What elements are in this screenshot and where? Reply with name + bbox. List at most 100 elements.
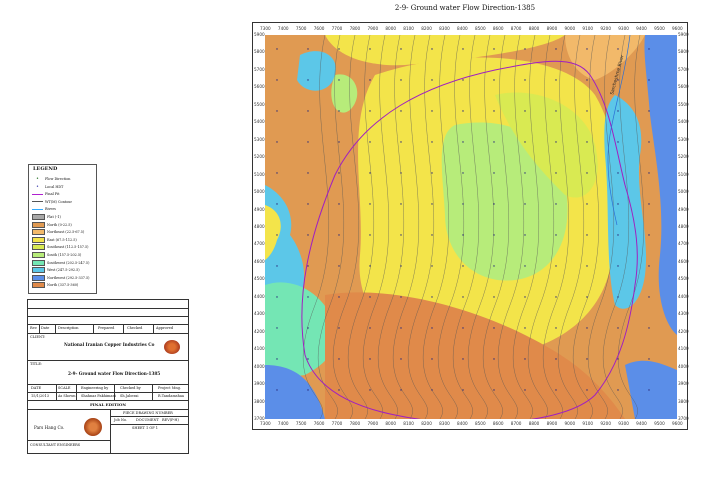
piece-cell: DOCUMENT (136, 418, 159, 422)
title-label: TITLE: (30, 362, 43, 366)
flow-point (524, 172, 526, 174)
flow-point (617, 203, 619, 205)
y-tick-label: 4800 (254, 224, 265, 229)
flow-point (493, 234, 495, 236)
x-tick-label: 9000 (564, 421, 576, 426)
y-tick-label: 4600 (678, 258, 689, 264)
x-tick-label: 8400 (457, 421, 468, 426)
flow-point (493, 48, 495, 50)
flow-point (586, 79, 588, 81)
x-tick-label: 7500 (295, 421, 307, 426)
piece-cell: Job No. (114, 418, 128, 422)
x-tick-label: 8100 (403, 421, 414, 426)
flow-point (338, 389, 340, 391)
flow-point (369, 296, 371, 298)
flow-point (617, 327, 619, 329)
legend-label: East (67.5-112.5) (47, 237, 77, 242)
legend-label: Northwest (292.5-337.5) (47, 275, 90, 280)
legend-label: North (337.5-360) (47, 283, 79, 288)
consultant-label: CONSULTANT ENGINEERS (30, 443, 81, 447)
legend-label: West (247.5-292.5) (47, 268, 80, 273)
flow-point (369, 203, 371, 205)
legend-item: South (157.5-202.5) (32, 252, 81, 258)
flow-point (276, 296, 278, 298)
flow-point (586, 265, 588, 267)
flow-point (307, 79, 309, 81)
flow-point (586, 358, 588, 360)
flow-point (462, 389, 464, 391)
flow-point (307, 358, 309, 360)
flow-direction-map[interactable]: Sarcheshme River (265, 35, 677, 419)
flow-point (648, 110, 650, 112)
x-tick-label: 9300 (618, 26, 629, 31)
flow-point (555, 203, 557, 205)
legend-swatch (32, 274, 45, 281)
client-name: National Iranian Copper Industries Co (64, 342, 155, 347)
sign-header: DATE (31, 386, 42, 390)
flow-point (431, 141, 433, 143)
y-tick-label: 4200 (254, 328, 265, 334)
flow-point (431, 358, 433, 360)
flow-point (617, 172, 619, 174)
flow-point (648, 358, 650, 360)
flow-point (462, 141, 464, 143)
revision-header: Approved (156, 326, 174, 330)
flow-point (493, 79, 495, 81)
legend-label: South (157.5-202.5) (47, 253, 82, 257)
flow-point (400, 110, 402, 112)
flow-point (431, 234, 433, 236)
legend-label: WT(M) Contour (45, 199, 72, 204)
x-tick-label: 7800 (349, 26, 361, 31)
x-tick-label: 9300 (618, 421, 629, 426)
flow-point (276, 234, 278, 236)
x-tick-label: 8300 (439, 421, 450, 426)
legend-line-symbol (32, 208, 43, 210)
x-tick-label: 8800 (528, 26, 540, 31)
flow-point (431, 48, 433, 50)
flow-point (338, 172, 340, 174)
flow-point (617, 296, 619, 298)
revision-header: Checked (127, 326, 143, 330)
x-tick-label: 8500 (474, 421, 486, 426)
flow-point (400, 358, 402, 360)
flow-point (400, 48, 402, 50)
x-tick-label: 8700 (510, 26, 522, 31)
flow-point (400, 234, 402, 236)
flow-point (524, 389, 526, 391)
flow-point (462, 234, 464, 236)
x-tick-label: 7700 (331, 421, 343, 426)
flow-point (431, 296, 433, 298)
flow-point (617, 265, 619, 267)
flow-point (307, 203, 309, 205)
flow-point (400, 172, 402, 174)
y-tick-label: 4800 (678, 224, 689, 229)
flow-point (555, 389, 557, 391)
legend-swatch (32, 214, 45, 220)
y-tick-label: 3900 (678, 381, 689, 387)
flow-point (338, 296, 340, 298)
consultant-name: Pars Hang Co. (34, 425, 65, 430)
y-tick-label: 4700 (678, 241, 689, 247)
y-tick-label: 3800 (678, 398, 689, 404)
flow-point (586, 327, 588, 329)
sign-header: Checked by (120, 386, 141, 390)
flow-point (338, 203, 340, 205)
flow-point (648, 48, 650, 50)
flow-point (369, 79, 371, 81)
flow-point (493, 203, 495, 205)
legend-item: East (67.5-112.5) (32, 236, 77, 243)
flow-point (400, 141, 402, 143)
zone-west-right (604, 95, 647, 309)
x-tick-label: 8800 (528, 421, 540, 426)
flow-point (431, 389, 433, 391)
y-tick-label: 4500 (254, 276, 265, 282)
flow-point (648, 79, 650, 81)
map-frame: Sarcheshme River 7300 7400 7500 7600 7700 780… (252, 22, 689, 430)
x-tick-label: 9100 (582, 26, 594, 31)
flow-point (524, 79, 526, 81)
legend-swatch (32, 252, 45, 258)
flow-point (462, 327, 464, 329)
flow-point (524, 48, 526, 50)
legend-item: Southeast (112.5-157.5) (32, 244, 89, 251)
legend-swatch (32, 221, 45, 228)
